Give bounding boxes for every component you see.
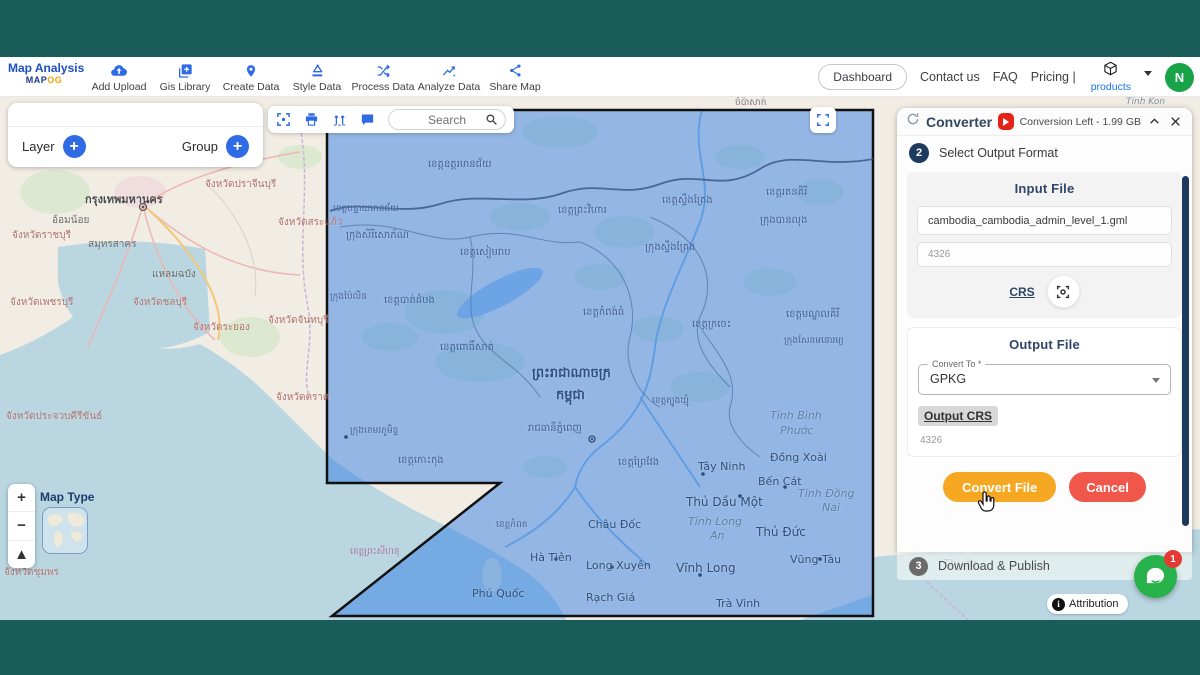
- map-type-switcher[interactable]: [42, 507, 88, 554]
- convert-to-label: Convert To *: [928, 359, 985, 369]
- nav-item-analyze-data[interactable]: Analyze Data: [416, 59, 482, 93]
- paint-style-icon: [309, 62, 325, 79]
- nav-item-gis-library[interactable]: Gis Library: [152, 59, 218, 93]
- navbar-right: Dashboard Contact us FAQ Pricing | produ…: [818, 57, 1194, 97]
- world-thumbnail: [43, 508, 88, 554]
- output-crs-link[interactable]: Output CRS: [918, 406, 998, 426]
- chart-analyze-icon: [441, 62, 458, 79]
- nav-label: Process Data: [351, 81, 414, 93]
- attribution-button[interactable]: i Attribution: [1047, 594, 1128, 614]
- convert-file-button[interactable]: Convert File: [943, 472, 1056, 502]
- crs-scan-icon: [1055, 284, 1071, 300]
- nav-item-process-data[interactable]: Process Data: [350, 59, 416, 93]
- map-toolbar: [268, 106, 514, 133]
- cloud-upload-icon: [110, 62, 128, 79]
- crs-picker-button[interactable]: [1047, 275, 1080, 308]
- step-2-row: 2 Select Output Format: [897, 136, 1192, 168]
- screen: Map Analysis MAPOG Add Upload Gis Librar…: [0, 0, 1200, 675]
- faq-link[interactable]: FAQ: [993, 70, 1018, 84]
- group-label: Group: [182, 139, 218, 154]
- layers-panel-header: [8, 103, 263, 127]
- search-box: [388, 109, 506, 130]
- youtube-icon[interactable]: [998, 113, 1013, 130]
- letterbox-bottom: [0, 620, 1200, 675]
- input-file-card: Input File cambodia_cambodia_admin_level…: [907, 172, 1182, 318]
- zoom-control: + − ▲: [8, 484, 35, 568]
- nav-label: Style Data: [293, 81, 341, 93]
- compass-button[interactable]: ▲: [8, 540, 35, 568]
- convert-to-select[interactable]: Convert To * GPKG: [918, 364, 1171, 395]
- layers-panel: Layer + Group +: [8, 103, 263, 167]
- input-file-heading: Input File: [917, 181, 1172, 196]
- zoom-out-button[interactable]: −: [8, 511, 35, 539]
- products-menu[interactable]: products: [1091, 61, 1131, 93]
- cube-icon: [1103, 61, 1118, 81]
- sync-icon: [906, 112, 920, 131]
- crs-link[interactable]: CRS: [1009, 285, 1034, 299]
- pricing-link[interactable]: Pricing |: [1031, 70, 1076, 84]
- nav-item-add-upload[interactable]: Add Upload: [86, 59, 152, 93]
- contact-us-link[interactable]: Contact us: [920, 70, 980, 84]
- plus-icon: +: [226, 135, 249, 158]
- nav-item-share-map[interactable]: Share Map: [482, 59, 548, 93]
- collapse-button[interactable]: [1147, 115, 1162, 128]
- logo-title: Map Analysis: [8, 61, 80, 75]
- logo-subtitle: MAPOG: [8, 75, 80, 86]
- library-add-icon: [177, 62, 193, 79]
- info-icon: i: [1052, 598, 1065, 611]
- fullscreen-icon: [816, 113, 830, 127]
- top-navbar: Map Analysis MAPOG Add Upload Gis Librar…: [0, 57, 1200, 97]
- chevron-down-icon[interactable]: [1144, 71, 1152, 76]
- map-control-button[interactable]: [810, 107, 836, 133]
- focus-extent-icon[interactable]: [276, 112, 291, 127]
- output-file-heading: Output File: [918, 337, 1171, 352]
- attribution-label: Attribution: [1069, 598, 1119, 610]
- converter-header: Converter Conversion Left - 1.99 GB: [897, 108, 1192, 136]
- nav-label: Add Upload: [92, 81, 147, 93]
- layer-label: Layer: [22, 139, 55, 154]
- chat-notification-badge: 1: [1164, 550, 1182, 568]
- input-crs-field[interactable]: 4326: [917, 242, 1172, 267]
- nav-item-style-data[interactable]: Style Data: [284, 59, 350, 93]
- converter-panel: Converter Conversion Left - 1.99 GB 2 Se…: [897, 108, 1192, 552]
- step-3-label: Download & Publish: [938, 559, 1050, 573]
- step-3-badge: 3: [909, 557, 928, 576]
- add-layer-button[interactable]: Layer +: [22, 135, 86, 158]
- step-2-badge: 2: [909, 143, 929, 163]
- panel-scrollbar[interactable]: [1182, 176, 1189, 526]
- user-avatar[interactable]: N: [1165, 63, 1194, 92]
- measure-icon[interactable]: [332, 112, 347, 127]
- convert-to-value: GPKG: [919, 365, 1170, 394]
- nav-label: Create Data: [223, 81, 280, 93]
- output-file-card: Output File Convert To * GPKG Output CRS…: [907, 327, 1182, 457]
- output-crs-value: 4326: [918, 435, 1171, 446]
- add-group-button[interactable]: Group +: [182, 135, 249, 158]
- cancel-button[interactable]: Cancel: [1069, 472, 1146, 502]
- letterbox-top: [0, 0, 1200, 57]
- conversion-quota: Conversion Left - 1.99 GB: [1020, 116, 1141, 128]
- plus-icon: +: [63, 135, 86, 158]
- nav-menu: Add Upload Gis Library Create Data Style…: [86, 59, 548, 93]
- print-icon[interactable]: [304, 112, 319, 127]
- nav-label: Share Map: [489, 81, 540, 93]
- nav-item-create-data[interactable]: Create Data: [218, 59, 284, 93]
- share-icon: [508, 62, 523, 79]
- zoom-in-button[interactable]: +: [8, 484, 35, 511]
- nav-label: Gis Library: [160, 81, 211, 93]
- panel-title: Converter: [926, 114, 992, 130]
- step-2-label: Select Output Format: [939, 146, 1058, 160]
- app-logo[interactable]: Map Analysis MAPOG: [8, 61, 80, 86]
- select-caret-icon: [1152, 378, 1160, 383]
- nav-label: Analyze Data: [418, 81, 480, 93]
- input-filename-field[interactable]: cambodia_cambodia_admin_level_1.gml: [917, 206, 1172, 235]
- chat-bubble-icon: [1144, 566, 1167, 587]
- search-icon[interactable]: [485, 113, 498, 131]
- close-button[interactable]: [1168, 115, 1183, 128]
- branch-arrows-icon: [375, 62, 391, 79]
- map-type-label: Map Type: [40, 490, 94, 504]
- products-label: products: [1091, 81, 1131, 93]
- dashboard-button[interactable]: Dashboard: [818, 64, 907, 90]
- comment-icon[interactable]: [360, 112, 375, 127]
- location-pin-icon: [244, 62, 258, 79]
